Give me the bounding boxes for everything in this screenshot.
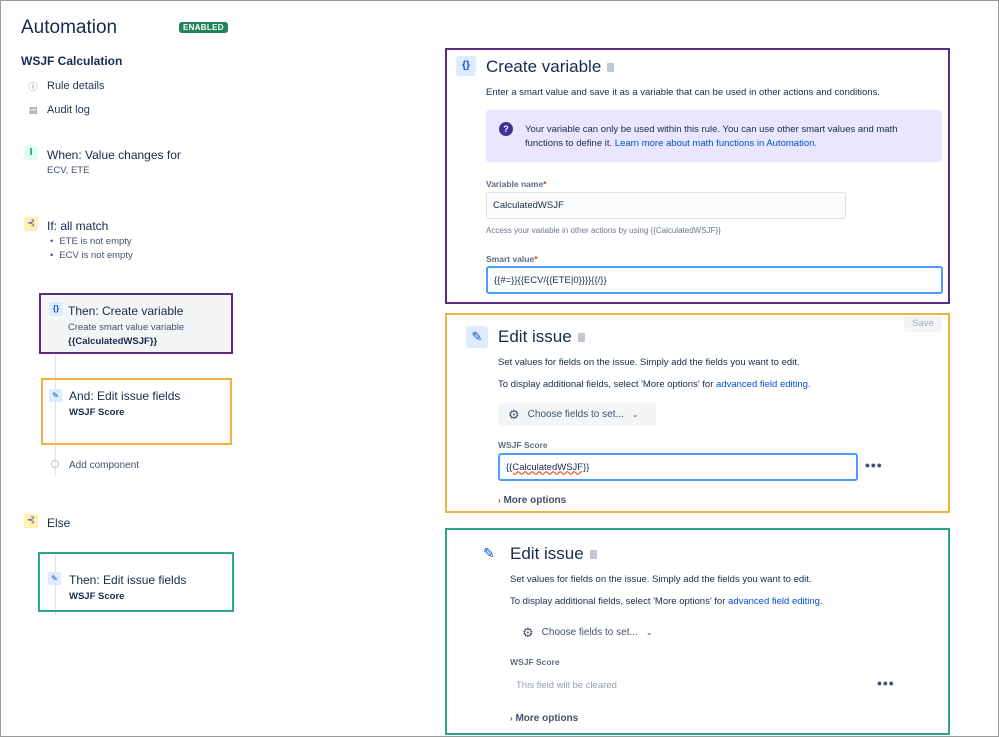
page-title: Automation <box>21 17 118 38</box>
trigger-icon: Ι <box>24 146 38 160</box>
step-create-variable[interactable]: {} Then: Create variable Create smart va… <box>39 293 233 354</box>
else-step[interactable]: ⊰ <box>24 514 38 528</box>
wsjf-field-value: {{CalculatedWSJF}} <box>506 461 590 473</box>
smart-value-label: Smart value* <box>486 254 538 264</box>
info-icon: ⓘ <box>28 81 38 92</box>
edit-issue-panel: ✎ Edit issue Save Set values for fields … <box>445 313 950 513</box>
trash-icon[interactable] <box>577 333 585 343</box>
condition-item: ETE is not empty <box>50 236 131 247</box>
more-options-toggle[interactable]: › More options <box>498 495 566 506</box>
pencil-icon: ✎ <box>483 545 495 561</box>
step-create-variable-value: {{CalculatedWSJF}} <box>68 336 158 347</box>
more-options-label: More options <box>515 713 579 724</box>
required-marker: * <box>534 254 538 264</box>
gear-icon: ⚙ <box>522 624 534 640</box>
edit-issue-extra-text: To display additional fields, select 'Mo… <box>498 379 714 390</box>
variable-icon: {} <box>49 302 63 316</box>
edit-issue-extra: To display additional fields, select 'Mo… <box>498 379 811 390</box>
nav-rule-details[interactable]: ⓘ Rule details <box>28 80 104 92</box>
step-else-edit-issue-fields[interactable]: ✎ Then: Edit issue fields WSJF Score <box>38 552 234 612</box>
pencil-icon: ✎ <box>48 572 61 585</box>
more-options-toggle[interactable]: › More options <box>510 713 578 724</box>
info-message-text: Your variable can only be used within th… <box>525 123 930 151</box>
trash-icon[interactable] <box>589 550 597 560</box>
question-icon: ? <box>499 122 513 136</box>
create-variable-title-text: Create variable <box>486 57 602 76</box>
add-component-link[interactable]: Add component <box>69 460 139 471</box>
rule-name: WSJF Calculation <box>21 54 123 68</box>
nav-audit-log-label: Audit log <box>47 104 90 116</box>
step-else-edit-value: WSJF Score <box>69 591 125 602</box>
choose-fields-label: Choose fields to set... <box>541 627 638 638</box>
variable-icon: {} <box>456 56 476 76</box>
condition-item: ECV is not empty <box>50 250 132 261</box>
step-create-variable-label: Then: Create variable <box>68 304 184 318</box>
choose-fields-button[interactable]: ⚙ Choose fields to set... ⌄ <box>498 403 656 426</box>
edit-issue-title-text: Edit issue <box>498 327 572 346</box>
edit-issue-title-else-text: Edit issue <box>510 544 584 563</box>
variable-name-input[interactable]: CalculatedWSJF <box>486 192 846 219</box>
trigger-step[interactable]: Ι <box>24 146 38 160</box>
step-edit-issue-fields-value: WSJF Score <box>69 407 125 418</box>
variable-name-label-text: Variable name <box>486 179 544 189</box>
more-actions-icon[interactable]: ••• <box>865 457 883 473</box>
chevron-down-icon: ⌄ <box>631 410 639 419</box>
condition-label[interactable]: If: all match <box>47 219 108 233</box>
choose-fields-button[interactable]: ⚙ Choose fields to set... ⌄ <box>512 621 670 644</box>
chevron-right-icon: › <box>510 714 513 723</box>
variable-name-help: Access your variable in other actions by… <box>486 226 721 235</box>
add-component-dot <box>51 460 59 468</box>
smart-value-label-text: Smart value <box>486 254 535 264</box>
chevron-right-icon: › <box>498 496 501 505</box>
create-variable-description: Enter a smart value and save it as a var… <box>486 87 880 98</box>
variable-name-label: Variable name* <box>486 179 546 189</box>
step-edit-issue-fields-label: And: Edit issue fields <box>69 389 181 403</box>
nav-rule-details-label: Rule details <box>47 80 105 92</box>
gear-icon: ⚙ <box>508 406 520 422</box>
trash-icon[interactable] <box>607 63 615 73</box>
pencil-icon: ✎ <box>466 326 488 348</box>
chevron-down-icon: ⌄ <box>645 628 653 637</box>
save-button[interactable]: Save <box>904 316 942 332</box>
wsjf-field-label: WSJF Score <box>510 657 560 667</box>
nav-audit-log[interactable]: ▤ Audit log <box>28 104 90 116</box>
step-edit-issue-fields[interactable]: ✎ And: Edit issue fields WSJF Score <box>41 378 232 445</box>
variable-name-value: CalculatedWSJF <box>493 200 564 211</box>
smart-value-input[interactable]: {{#=}}{{ECV/{{ETE|0}}}}{{/}} <box>486 266 943 294</box>
edit-issue-title-else: Edit issue <box>510 544 597 564</box>
edit-issue-title: Edit issue <box>498 327 585 347</box>
edit-issue-else-extra-text: To display additional fields, select 'Mo… <box>510 596 726 607</box>
advanced-field-editing-link[interactable]: advanced field editing. <box>716 379 811 390</box>
info-message: ? Your variable can only be used within … <box>486 110 942 162</box>
edit-issue-panel-else: ✎ Edit issue Set values for fields on th… <box>445 528 950 735</box>
required-marker: * <box>543 179 547 189</box>
edit-issue-description: Set values for fields on the issue. Simp… <box>498 357 800 368</box>
advanced-field-editing-link[interactable]: advanced field editing. <box>728 596 823 607</box>
math-functions-link[interactable]: Learn more about math functions in Autom… <box>615 138 817 149</box>
status-badge: ENABLED <box>179 22 228 33</box>
create-variable-panel: {} Create variable Enter a smart value a… <box>445 48 950 304</box>
smart-value-text: {{#=}}{{ECV/{{ETE|0}}}}{{/}} <box>494 274 607 286</box>
more-actions-icon[interactable]: ••• <box>877 675 895 691</box>
trigger-fields: ECV, ETE <box>47 165 90 176</box>
wsjf-field-input[interactable]: {{CalculatedWSJF}} <box>498 453 858 481</box>
more-options-label: More options <box>503 495 567 506</box>
step-create-variable-sub: Create smart value variable <box>68 322 185 333</box>
trigger-label[interactable]: When: Value changes for <box>47 148 181 162</box>
choose-fields-label: Choose fields to set... <box>527 409 624 420</box>
else-label[interactable]: Else <box>47 516 70 530</box>
branch-icon: ⊰ <box>24 217 38 231</box>
create-variable-title: Create variable <box>486 57 615 77</box>
edit-issue-else-description: Set values for fields on the issue. Simp… <box>510 574 812 585</box>
edit-issue-else-extra: To display additional fields, select 'Mo… <box>510 596 823 607</box>
wsjf-field-cleared: This field will be cleared <box>516 680 617 691</box>
wsjf-field-label: WSJF Score <box>498 440 548 450</box>
step-else-edit-label: Then: Edit issue fields <box>69 573 187 587</box>
pencil-icon: ✎ <box>49 389 62 402</box>
document-icon: ▤ <box>28 104 38 115</box>
branch-icon: ⊰ <box>24 514 38 528</box>
condition-step[interactable]: ⊰ <box>24 217 38 231</box>
